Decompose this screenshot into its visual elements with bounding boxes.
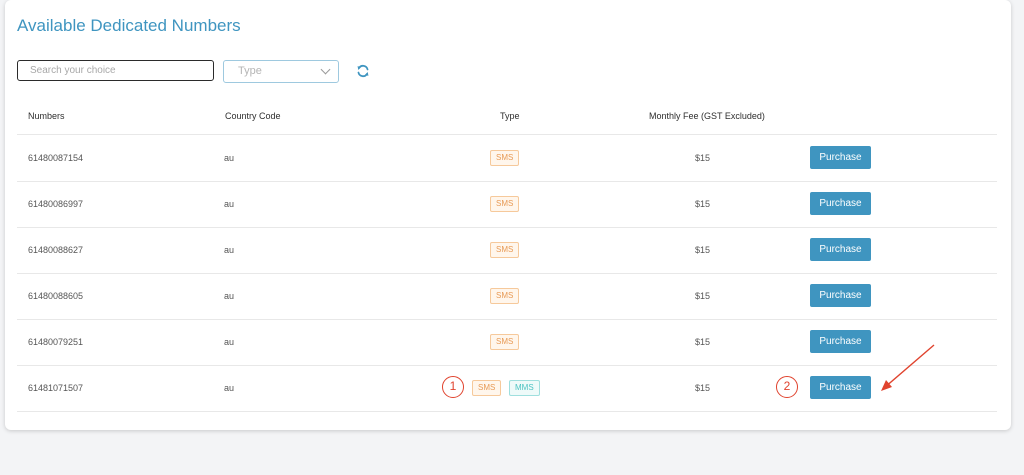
- type-badge-sms: SMS: [490, 196, 520, 212]
- country-cell: au: [224, 291, 235, 301]
- page-title: Available Dedicated Numbers: [17, 16, 241, 35]
- number-cell: 61480086997: [28, 199, 84, 209]
- country-cell: au: [224, 383, 235, 393]
- fee-cell: $15: [695, 199, 711, 209]
- type-badge-sms: SMS: [490, 334, 520, 350]
- country-cell: au: [224, 199, 235, 209]
- purchase-button[interactable]: Purchase: [810, 330, 871, 353]
- table-row: 61480087154 au SMS $15 Purchase: [17, 135, 997, 182]
- annotation-marker-2: 2: [776, 376, 798, 398]
- type-badge-sms: SMS: [490, 288, 520, 304]
- purchase-button[interactable]: Purchase: [810, 284, 871, 307]
- numbers-card: Available Dedicated Numbers Type Numbers…: [5, 0, 1011, 430]
- header-numbers: Numbers: [28, 111, 65, 121]
- header-type: Type: [500, 111, 520, 121]
- purchase-button[interactable]: Purchase: [810, 376, 871, 399]
- table-row: 61480088627 au SMS $15 Purchase: [17, 227, 997, 274]
- number-cell: 61480088605: [28, 291, 84, 301]
- chevron-down-icon: [320, 64, 331, 75]
- fee-cell: $15: [695, 291, 711, 301]
- type-badge-sms: SMS: [472, 380, 502, 396]
- fee-cell: $15: [695, 383, 711, 393]
- table-row: 61481071507 au SMS MMS $15 Purchase: [17, 365, 997, 412]
- fee-cell: $15: [695, 337, 711, 347]
- purchase-button[interactable]: Purchase: [810, 238, 871, 261]
- table-row: 61480079251 au SMS $15 Purchase: [17, 319, 997, 366]
- number-cell: 61480087154: [28, 153, 84, 163]
- annotation-arrow-icon: [881, 344, 935, 391]
- refresh-icon[interactable]: [356, 64, 370, 78]
- number-cell: 61480088627: [28, 245, 84, 255]
- country-cell: au: [224, 245, 235, 255]
- search-input[interactable]: [17, 60, 214, 81]
- purchase-button[interactable]: Purchase: [810, 192, 871, 215]
- annotation-marker-1: 1: [442, 376, 464, 398]
- country-cell: au: [224, 337, 235, 347]
- table-row: 61480088605 au SMS $15 Purchase: [17, 273, 997, 320]
- fee-cell: $15: [695, 153, 711, 163]
- type-badge-sms: SMS: [490, 150, 520, 166]
- country-cell: au: [224, 153, 235, 163]
- type-badge-mms: MMS: [509, 380, 540, 396]
- header-country-code: Country Code: [225, 111, 281, 121]
- purchase-button[interactable]: Purchase: [810, 146, 871, 169]
- fee-cell: $15: [695, 245, 711, 255]
- number-cell: 61481071507: [28, 383, 84, 393]
- type-badge-sms: SMS: [490, 242, 520, 258]
- type-select-value: Type: [238, 65, 262, 77]
- header-monthly-fee: Monthly Fee (GST Excluded): [649, 111, 765, 121]
- type-select[interactable]: Type: [223, 60, 339, 83]
- table-row: 61480086997 au SMS $15 Purchase: [17, 181, 997, 228]
- number-cell: 61480079251: [28, 337, 84, 347]
